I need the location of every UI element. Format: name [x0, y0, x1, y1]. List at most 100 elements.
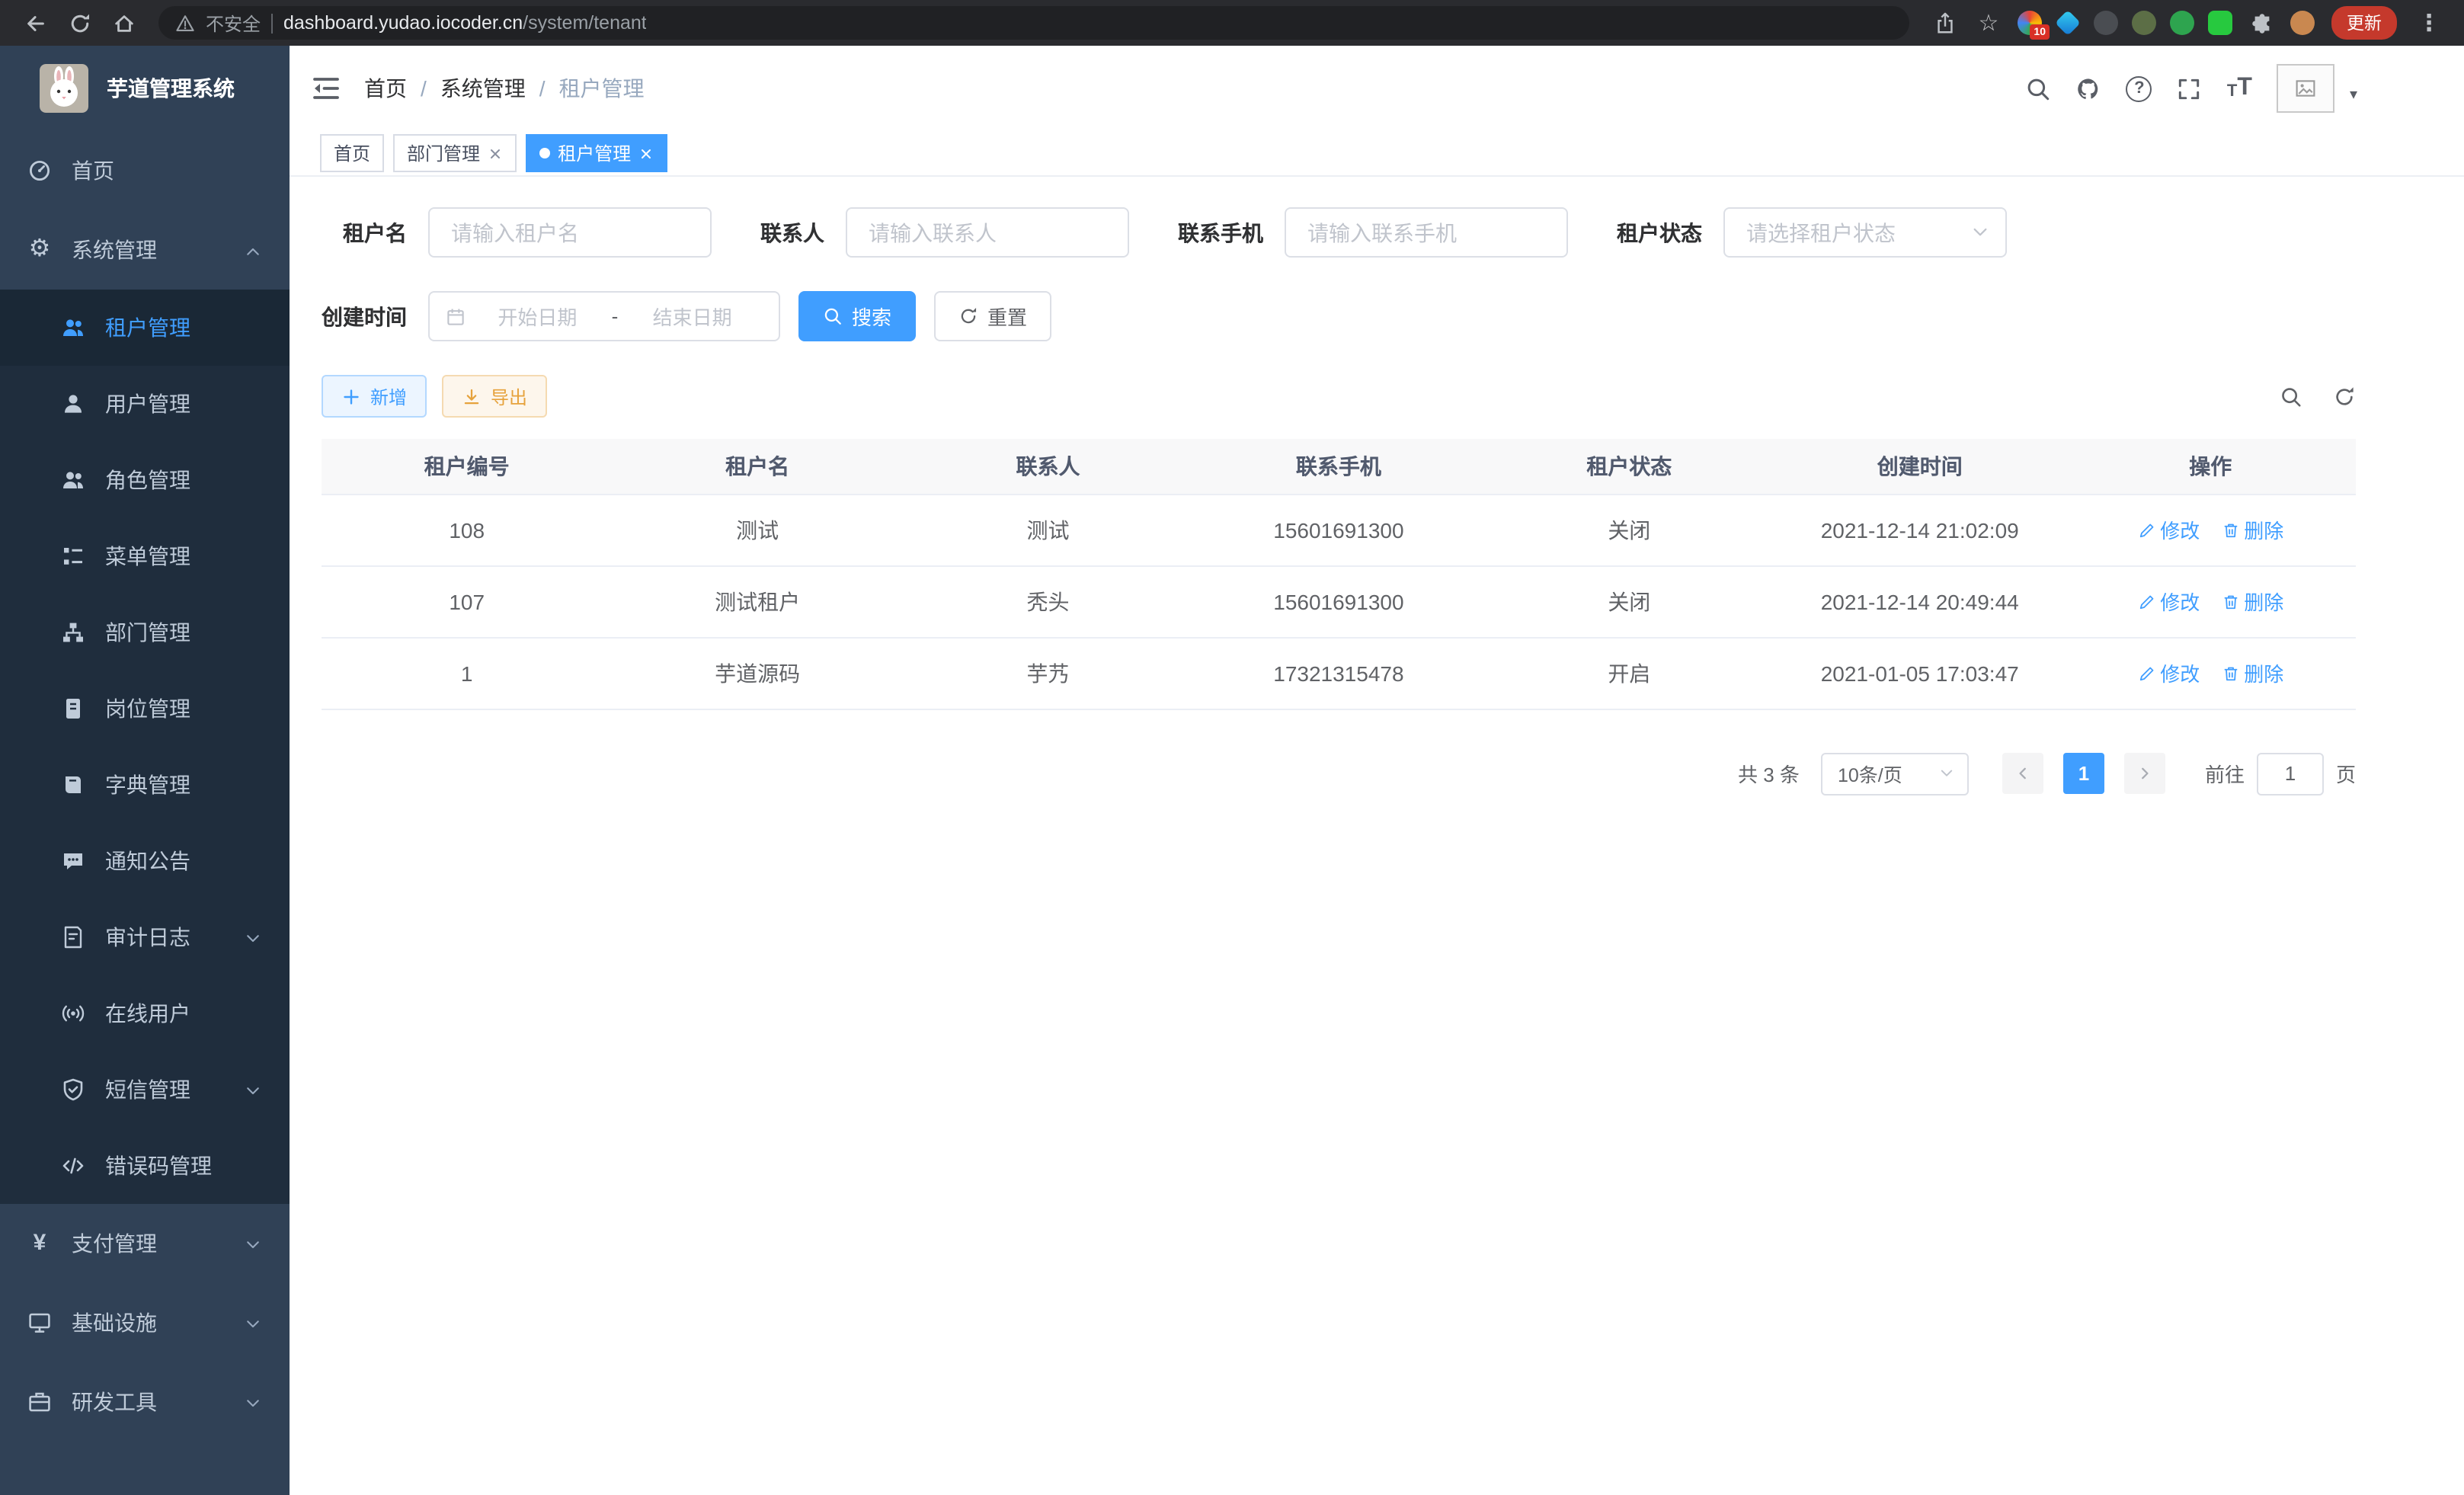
star-icon: ☆ — [1979, 11, 1999, 34]
header-search-icon[interactable] — [2026, 75, 2052, 101]
back-button[interactable] — [15, 3, 55, 43]
update-button[interactable]: 更新 — [2331, 6, 2397, 40]
system-submenu: 租户管理 用户管理 角色管理 菜单管理 — [0, 290, 290, 1204]
sidebar-item-devtools[interactable]: 研发工具 — [0, 1362, 290, 1442]
tab-close-icon[interactable] — [488, 142, 503, 164]
col-status: 租户状态 — [1484, 439, 1774, 494]
sidebar-item-error-code[interactable]: 错误码管理 — [0, 1128, 290, 1204]
phone-label: 联系手机 — [1178, 217, 1263, 248]
sidebar-item-online-user[interactable]: 在线用户 — [0, 975, 290, 1052]
sidebar-item-system[interactable]: ⚙ 系统管理 — [0, 210, 290, 290]
contact-input[interactable] — [846, 207, 1129, 258]
edit-link[interactable]: 修改 — [2137, 587, 2200, 616]
cell-status: 开启 — [1484, 637, 1774, 709]
search-button[interactable]: 搜索 — [798, 291, 916, 341]
sidebar-item-label: 岗位管理 — [105, 693, 190, 724]
extension-icon-dark[interactable] — [2094, 11, 2118, 35]
extension-icon-colorwheel[interactable]: 10 — [2018, 11, 2042, 35]
avatar-caret-down-icon[interactable]: ▾ — [2350, 87, 2357, 113]
help-icon[interactable]: ? — [2126, 75, 2152, 101]
export-button[interactable]: 导出 — [442, 375, 547, 418]
menu-list-icon — [61, 544, 85, 568]
tab-home[interactable]: 首页 — [320, 134, 384, 172]
refresh-icon — [958, 306, 978, 326]
delete-link[interactable]: 删除 — [2221, 587, 2283, 616]
security-label[interactable]: 不安全 — [206, 10, 261, 36]
code-icon — [61, 1154, 85, 1178]
start-date-placeholder[interactable]: 开始日期 — [466, 302, 609, 331]
status-select[interactable]: 请选择租户状态 — [1723, 207, 2007, 258]
breadcrumb-separator: / — [421, 76, 427, 101]
org-tree-icon — [61, 620, 85, 645]
role-icon — [61, 468, 85, 492]
sidebar-item-notice[interactable]: 通知公告 — [0, 823, 290, 899]
tenant-table: 租户编号 租户名 联系人 联系手机 租户状态 创建时间 操作 108 测试 — [322, 439, 2356, 709]
tab-close-icon[interactable] — [638, 142, 654, 164]
breadcrumb-home[interactable]: 首页 — [364, 73, 407, 104]
sidebar-item-pay[interactable]: ¥ 支付管理 — [0, 1204, 290, 1283]
page-size-select[interactable]: 10条/页 — [1821, 752, 1969, 795]
filter-row-1: 租户名 联系人 联系手机 租户状态 请选择租户状态 — [322, 207, 2356, 258]
home-icon — [112, 11, 135, 34]
sidebar-item-audit-log[interactable]: 审计日志 — [0, 899, 290, 975]
sidebar-toggle[interactable] — [311, 73, 341, 104]
cell-tenant-name: 测试 — [612, 494, 902, 565]
fullscreen-icon[interactable] — [2177, 75, 2203, 101]
tab-dept[interactable]: 部门管理 — [393, 134, 517, 172]
toggle-search-icon[interactable] — [2280, 385, 2302, 408]
back-arrow-icon — [24, 11, 46, 34]
sidebar-item-role[interactable]: 角色管理 — [0, 442, 290, 518]
font-size-icon[interactable]: TT — [2227, 76, 2252, 101]
date-range-picker[interactable]: 开始日期 - 结束日期 — [428, 291, 780, 341]
reset-button[interactable]: 重置 — [934, 291, 1051, 341]
sidebar-menu: 首页 ⚙ 系统管理 租户管理 用户管理 — [0, 131, 290, 1442]
reload-button[interactable] — [59, 3, 99, 43]
chevron-down-icon — [244, 925, 262, 949]
phone-input[interactable] — [1285, 207, 1568, 258]
user-avatar[interactable] — [2277, 64, 2334, 113]
edit-link[interactable]: 修改 — [2137, 515, 2200, 544]
bookmark-button[interactable]: ☆ — [1969, 3, 2008, 43]
sidebar-item-dept[interactable]: 部门管理 — [0, 594, 290, 671]
goto-page-input[interactable] — [2257, 752, 2324, 795]
refresh-table-icon[interactable] — [2333, 385, 2356, 408]
extension-icon-green-square[interactable] — [2208, 11, 2232, 35]
sidebar-item-tenant[interactable]: 租户管理 — [0, 290, 290, 366]
browser-profile-avatar[interactable] — [2290, 11, 2315, 35]
address-bar[interactable]: 不安全 dashboard.yudao.iocoder.cn/system/te… — [158, 6, 1909, 40]
trash-icon — [2221, 520, 2239, 539]
edit-link[interactable]: 修改 — [2137, 658, 2200, 687]
prev-page-button[interactable] — [2002, 753, 2043, 794]
table-row: 108 测试 测试 15601691300 关闭 2021-12-14 21:0… — [322, 494, 2356, 565]
extension-icon-green-circle[interactable] — [2170, 11, 2194, 35]
sidebar-item-sms[interactable]: 短信管理 — [0, 1052, 290, 1128]
browser-menu-button[interactable]: ⋮ — [2409, 3, 2449, 43]
extension-icon-olive[interactable] — [2132, 11, 2156, 35]
sidebar-item-home[interactable]: 首页 — [0, 131, 290, 210]
delete-link[interactable]: 删除 — [2221, 658, 2283, 687]
yen-icon: ¥ — [27, 1231, 52, 1256]
breadcrumb: 首页 / 系统管理 / 租户管理 — [364, 73, 645, 104]
browser-home-button[interactable] — [104, 3, 143, 43]
delete-link[interactable]: 删除 — [2221, 515, 2283, 544]
sidebar-item-user[interactable]: 用户管理 — [0, 366, 290, 442]
extensions-menu-button[interactable] — [2242, 3, 2281, 43]
sidebar-item-dict[interactable]: 字典管理 — [0, 747, 290, 823]
breadcrumb-system[interactable]: 系统管理 — [440, 73, 526, 104]
tab-tenant[interactable]: 租户管理 — [526, 134, 667, 172]
end-date-placeholder[interactable]: 结束日期 — [621, 302, 763, 331]
extension-icon-diamond[interactable] — [2055, 10, 2081, 36]
url-text[interactable]: dashboard.yudao.iocoder.cn/system/tenant — [283, 12, 647, 34]
add-button[interactable]: 新增 — [322, 375, 427, 418]
sidebar-item-menu[interactable]: 菜单管理 — [0, 518, 290, 594]
page-number-button[interactable]: 1 — [2063, 753, 2104, 794]
security-warning-icon — [175, 13, 195, 33]
tenant-name-input[interactable] — [428, 207, 712, 258]
share-button[interactable] — [1925, 3, 1964, 43]
next-page-button[interactable] — [2124, 753, 2165, 794]
reset-button-label: 重置 — [987, 302, 1027, 331]
sidebar-item-post[interactable]: 岗位管理 — [0, 671, 290, 747]
trash-icon — [2221, 664, 2239, 682]
sidebar-item-infra[interactable]: 基础设施 — [0, 1283, 290, 1362]
github-icon[interactable] — [2076, 75, 2102, 101]
